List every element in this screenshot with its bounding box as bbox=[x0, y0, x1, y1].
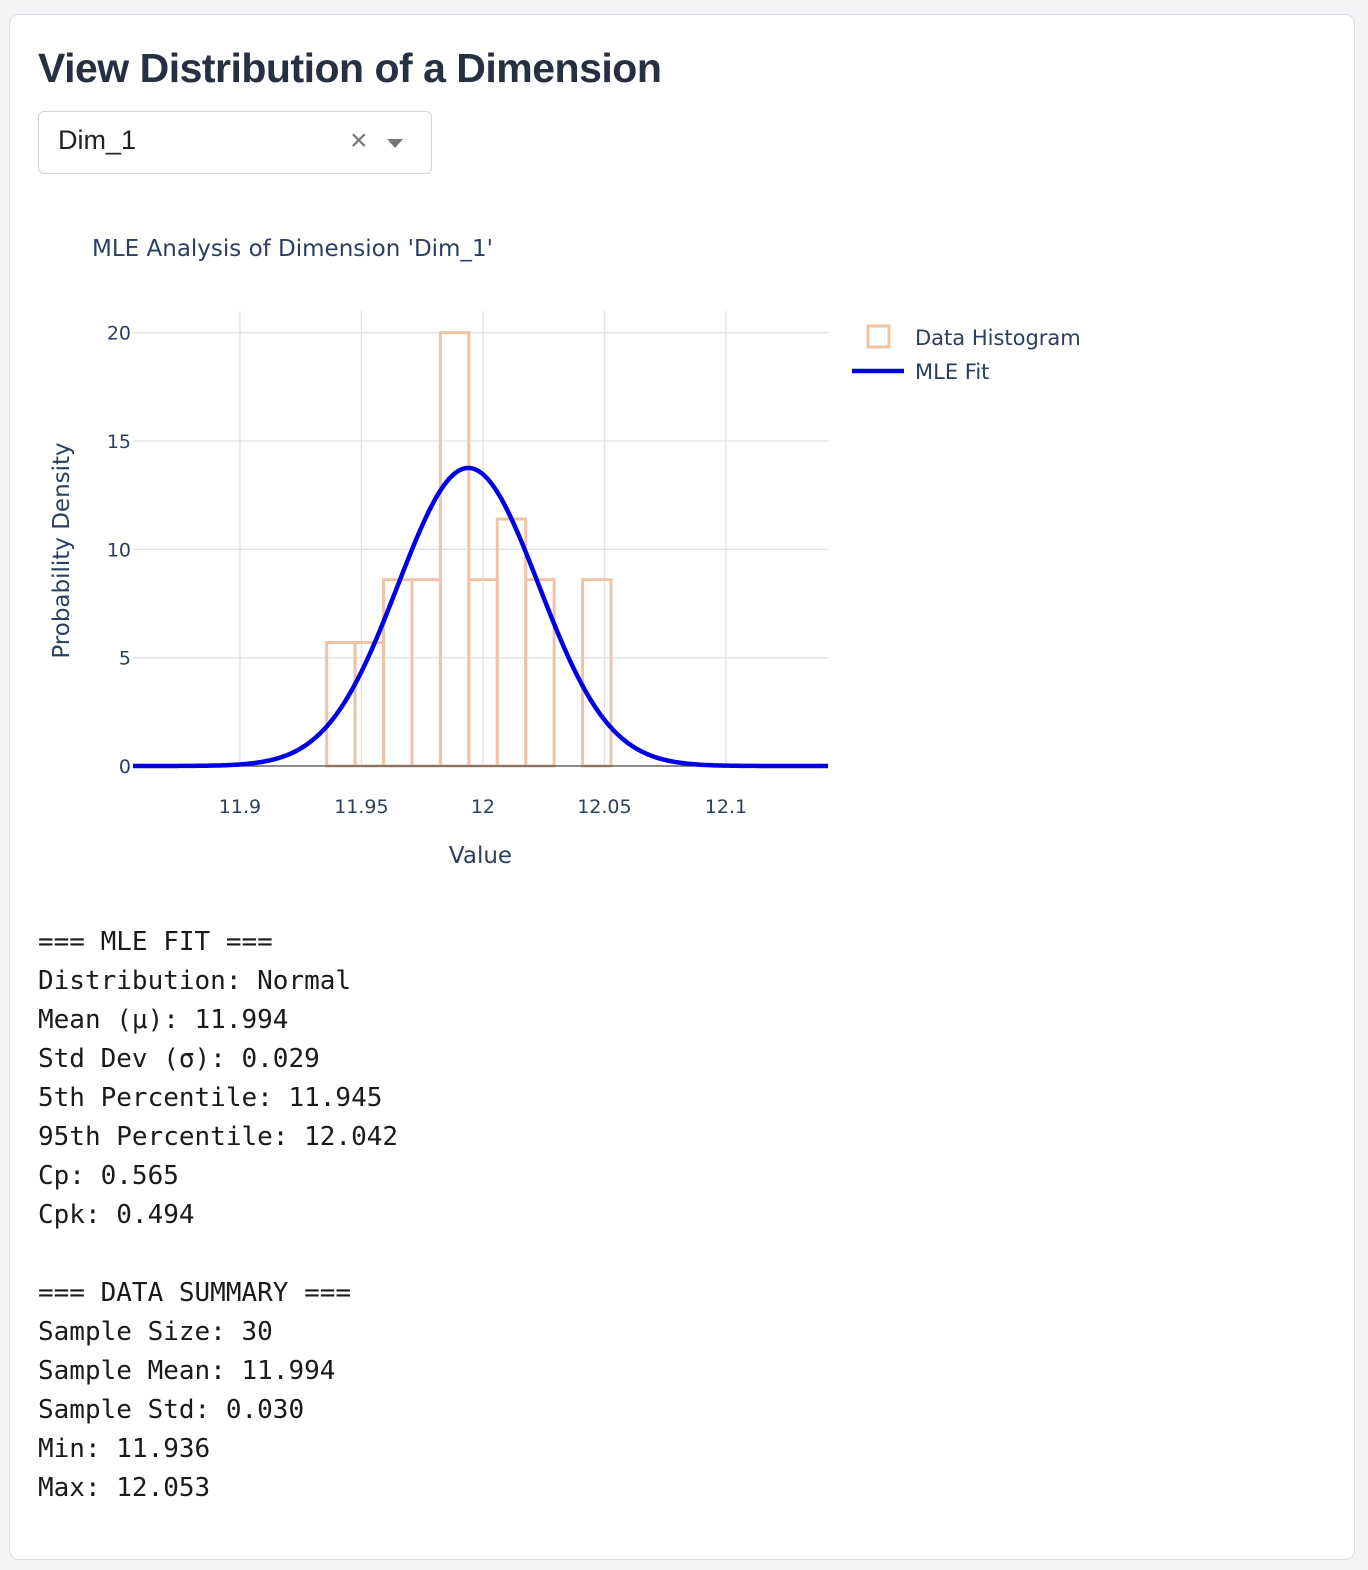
legend-histogram-swatch bbox=[866, 324, 891, 349]
mle-chart: 11.9 11.95 12 12.05 12.1 0 5 10 15 20 MLE Analysis… bbox=[49, 236, 1081, 869]
stats-line: Sample Std: 0.030 bbox=[38, 1395, 305, 1425]
y-tick-label: 5 bbox=[119, 648, 131, 670]
chart-grid bbox=[133, 311, 828, 766]
x-tick-label: 12 bbox=[471, 796, 495, 818]
stats-line: Sample Mean: 11.994 bbox=[38, 1356, 336, 1386]
legend-fit-label[interactable]: MLE Fit bbox=[915, 360, 989, 384]
stats-line: === DATA SUMMARY === bbox=[38, 1278, 352, 1308]
histogram-bar[interactable] bbox=[353, 641, 386, 768]
mle-fit-line[interactable] bbox=[133, 465, 828, 769]
stats-line: 5th Percentile: 11.945 bbox=[38, 1083, 383, 1113]
stats-line: Mean (μ): 11.994 bbox=[38, 1005, 289, 1035]
stats-spacer bbox=[38, 1235, 398, 1274]
stats-line: Cp: 0.565 bbox=[38, 1161, 179, 1191]
x-tick-label: 11.9 bbox=[219, 796, 261, 818]
stats-line: Cpk: 0.494 bbox=[38, 1200, 195, 1230]
chart-title: MLE Analysis of Dimension 'Dim_1' bbox=[92, 236, 493, 262]
histogram-bar[interactable] bbox=[581, 578, 613, 768]
legend-histogram-label[interactable]: Data Histogram bbox=[915, 326, 1081, 350]
histogram-bar[interactable] bbox=[410, 578, 442, 768]
stats-line: Min: 11.936 bbox=[38, 1434, 211, 1464]
y-axis-title: Probability Density bbox=[49, 442, 75, 658]
dimension-card: View Distribution of a Dimension Dim_1 ×… bbox=[9, 14, 1355, 1560]
stats-line: Max: 12.053 bbox=[38, 1473, 211, 1503]
x-axis-title: Value bbox=[449, 843, 512, 869]
stats-line: Distribution: Normal bbox=[38, 966, 352, 996]
stats-line: Std Dev (σ): 0.029 bbox=[38, 1044, 320, 1074]
histogram-bar[interactable] bbox=[495, 517, 528, 768]
stats-line: 95th Percentile: 12.042 bbox=[38, 1122, 399, 1152]
stats-line: === MLE FIT === bbox=[38, 927, 273, 957]
y-tick-label: 0 bbox=[119, 756, 131, 778]
y-tick-label: 20 bbox=[107, 323, 131, 345]
y-tick-label: 15 bbox=[107, 431, 131, 453]
chart-labels: 11.9 11.95 12 12.05 12.1 0 5 10 15 20 MLE Analysis… bbox=[49, 236, 747, 869]
x-tick-label: 12.05 bbox=[577, 796, 631, 818]
stats-output: === MLE FIT === Distribution: Normal Mean … bbox=[38, 923, 398, 1508]
stats-line: Sample Size: 30 bbox=[38, 1317, 273, 1347]
x-tick-label: 12.1 bbox=[705, 796, 747, 818]
fit-curve-layer bbox=[133, 465, 828, 769]
chart-legend[interactable]: Data Histogram MLE Fit bbox=[852, 324, 1081, 384]
x-tick-label: 11.95 bbox=[334, 796, 388, 818]
y-tick-label: 10 bbox=[107, 539, 131, 561]
